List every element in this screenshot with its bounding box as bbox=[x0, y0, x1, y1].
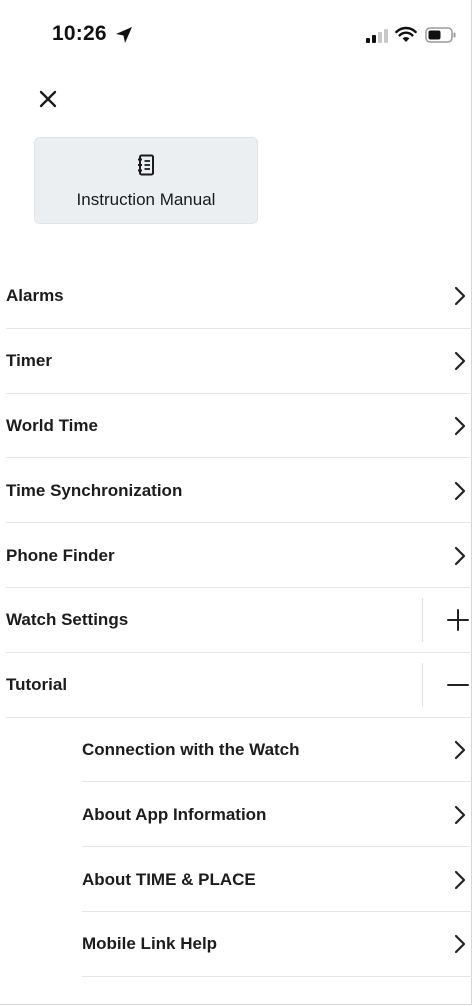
instruction-manual-button[interactable]: Instruction Manual bbox=[34, 137, 258, 224]
sub-item-about-app-information[interactable]: About App Information bbox=[0, 782, 472, 848]
status-bar: 10:26 bbox=[0, 0, 471, 70]
chevron-right-icon bbox=[454, 352, 466, 371]
menu-item-time-synchronization[interactable]: Time Synchronization bbox=[0, 458, 472, 524]
location-arrow-icon bbox=[116, 27, 132, 43]
sub-item-about-time-and-place[interactable]: About TIME & PLACE bbox=[0, 847, 472, 912]
menu-item-label: Time Synchronization bbox=[6, 480, 183, 500]
menu-item-label: Watch Settings bbox=[6, 610, 129, 630]
chevron-right-icon bbox=[454, 935, 466, 954]
sub-item-connection-with-the-watch[interactable]: Connection with the Watch bbox=[0, 718, 472, 783]
menu-item-label: Tutorial bbox=[6, 675, 68, 695]
chevron-right-icon bbox=[454, 870, 466, 889]
menu-item-timer[interactable]: Timer bbox=[0, 329, 472, 394]
expand-separator bbox=[422, 662, 423, 707]
chevron-right-icon bbox=[454, 805, 466, 824]
chevron-right-icon bbox=[454, 416, 466, 436]
minus-icon[interactable] bbox=[446, 673, 470, 697]
sub-item-label: Mobile Link Help bbox=[82, 934, 218, 954]
wifi-icon bbox=[395, 26, 417, 42]
chevron-right-icon bbox=[454, 481, 466, 500]
status-time: 10:26 bbox=[52, 22, 107, 45]
menu-item-label: Alarms bbox=[6, 286, 64, 306]
cellular-signal-icon bbox=[366, 29, 388, 43]
menu-item-watch-settings[interactable]: Watch Settings bbox=[0, 588, 472, 653]
chevron-right-icon bbox=[454, 287, 466, 306]
menu-item-label: Phone Finder bbox=[6, 545, 115, 565]
menu-item-phone-finder[interactable]: Phone Finder bbox=[0, 523, 472, 588]
menu-item-alarms[interactable]: Alarms bbox=[0, 264, 472, 329]
expand-separator bbox=[422, 597, 423, 642]
instruction-manual-label: Instruction Manual bbox=[76, 190, 216, 209]
sub-item-label: Connection with the Watch bbox=[82, 739, 300, 759]
app-frame: 10:26 Instruction Manual Alarms Timer Wo… bbox=[0, 0, 472, 1005]
battery-icon bbox=[425, 27, 456, 43]
plus-icon[interactable] bbox=[446, 608, 470, 632]
notebook-icon bbox=[138, 154, 154, 176]
divider bbox=[82, 975, 472, 977]
menu-item-label: World Time bbox=[6, 415, 98, 435]
menu-item-label: Timer bbox=[6, 351, 52, 371]
sub-item-label: About TIME & PLACE bbox=[82, 869, 256, 889]
chevron-right-icon bbox=[454, 740, 466, 760]
close-icon[interactable] bbox=[36, 87, 60, 111]
sub-item-label: About App Information bbox=[82, 804, 267, 824]
menu-item-world-time[interactable]: World Time bbox=[0, 394, 472, 459]
chevron-right-icon bbox=[454, 546, 466, 565]
sub-item-mobile-link-help[interactable]: Mobile Link Help bbox=[0, 912, 472, 977]
settings-menu: Alarms Timer World Time Time Synchroniza… bbox=[0, 264, 472, 977]
menu-item-tutorial[interactable]: Tutorial bbox=[0, 653, 472, 718]
